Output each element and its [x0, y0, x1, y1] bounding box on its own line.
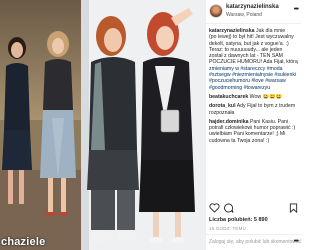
comments-section: katarzynazielinska Jak dla mnie (po lewe…: [209, 28, 298, 198]
post-actions: [209, 203, 298, 215]
author-username[interactable]: katarzynazielinska: [226, 4, 279, 10]
comment-bar: Zaloguj się, aby polubić lub skomentować…: [206, 234, 301, 250]
likes-count[interactable]: Liczba polubień: 5 890: [209, 217, 268, 223]
comment-icon[interactable]: [223, 203, 234, 213]
post-sidebar: katarzynazielinska Warsaw, Poland ••• ka…: [205, 0, 301, 250]
comment-input-placeholder[interactable]: Zaloguj się, aby polubić lub skomentować: [209, 239, 301, 245]
comment-item: hajder.dominika Pani Kasiu. Pani potrafi…: [209, 119, 298, 144]
post-photo[interactable]: [81, 0, 205, 250]
post-photo-illustration: [81, 0, 205, 250]
comment-item: dorota_kul Ady Fijał to bym z trudem roz…: [209, 103, 298, 116]
left-photo-woman-right: [40, 31, 76, 216]
caption-intro: Jak dla mnie: [256, 28, 286, 34]
caption-author[interactable]: katarzynazielinska: [209, 28, 255, 34]
caption-line-hashtags[interactable]: #poczuciehumoru #love #warsaw: [209, 78, 298, 84]
left-photo-woman-left: [2, 37, 32, 204]
comment-author[interactable]: dorota_kul: [209, 103, 236, 109]
comment-more-icon[interactable]: •••: [294, 238, 299, 245]
left-photo-caption-handle: chaziele: [1, 236, 46, 248]
post-location[interactable]: Warsaw, Poland: [226, 12, 262, 18]
post-date: 16 GODZ. TEMU: [209, 226, 247, 231]
comment-author[interactable]: hajder.dominika: [209, 119, 249, 125]
comment-text: Wow 😀😀😀: [249, 93, 282, 100]
left-photo[interactable]: chaziele: [0, 0, 81, 250]
author-avatar[interactable]: [209, 4, 223, 18]
heart-icon[interactable]: [209, 203, 220, 213]
bookmark-icon[interactable]: [289, 203, 298, 213]
caption-line: POCZUCIE HUMORU! Ada Fijał, którą: [209, 59, 298, 66]
caption-line: dekolt, satyna, but jak z vogue'a. :): [209, 40, 289, 47]
post-header: katarzynazielinska Warsaw, Poland •••: [206, 0, 301, 24]
more-options-icon[interactable]: •••: [294, 6, 299, 13]
caption-line: (po lewej) to był hit! Jest wyczuwalny: [209, 34, 294, 41]
comment-author[interactable]: beatakuchcarek: [209, 94, 248, 100]
